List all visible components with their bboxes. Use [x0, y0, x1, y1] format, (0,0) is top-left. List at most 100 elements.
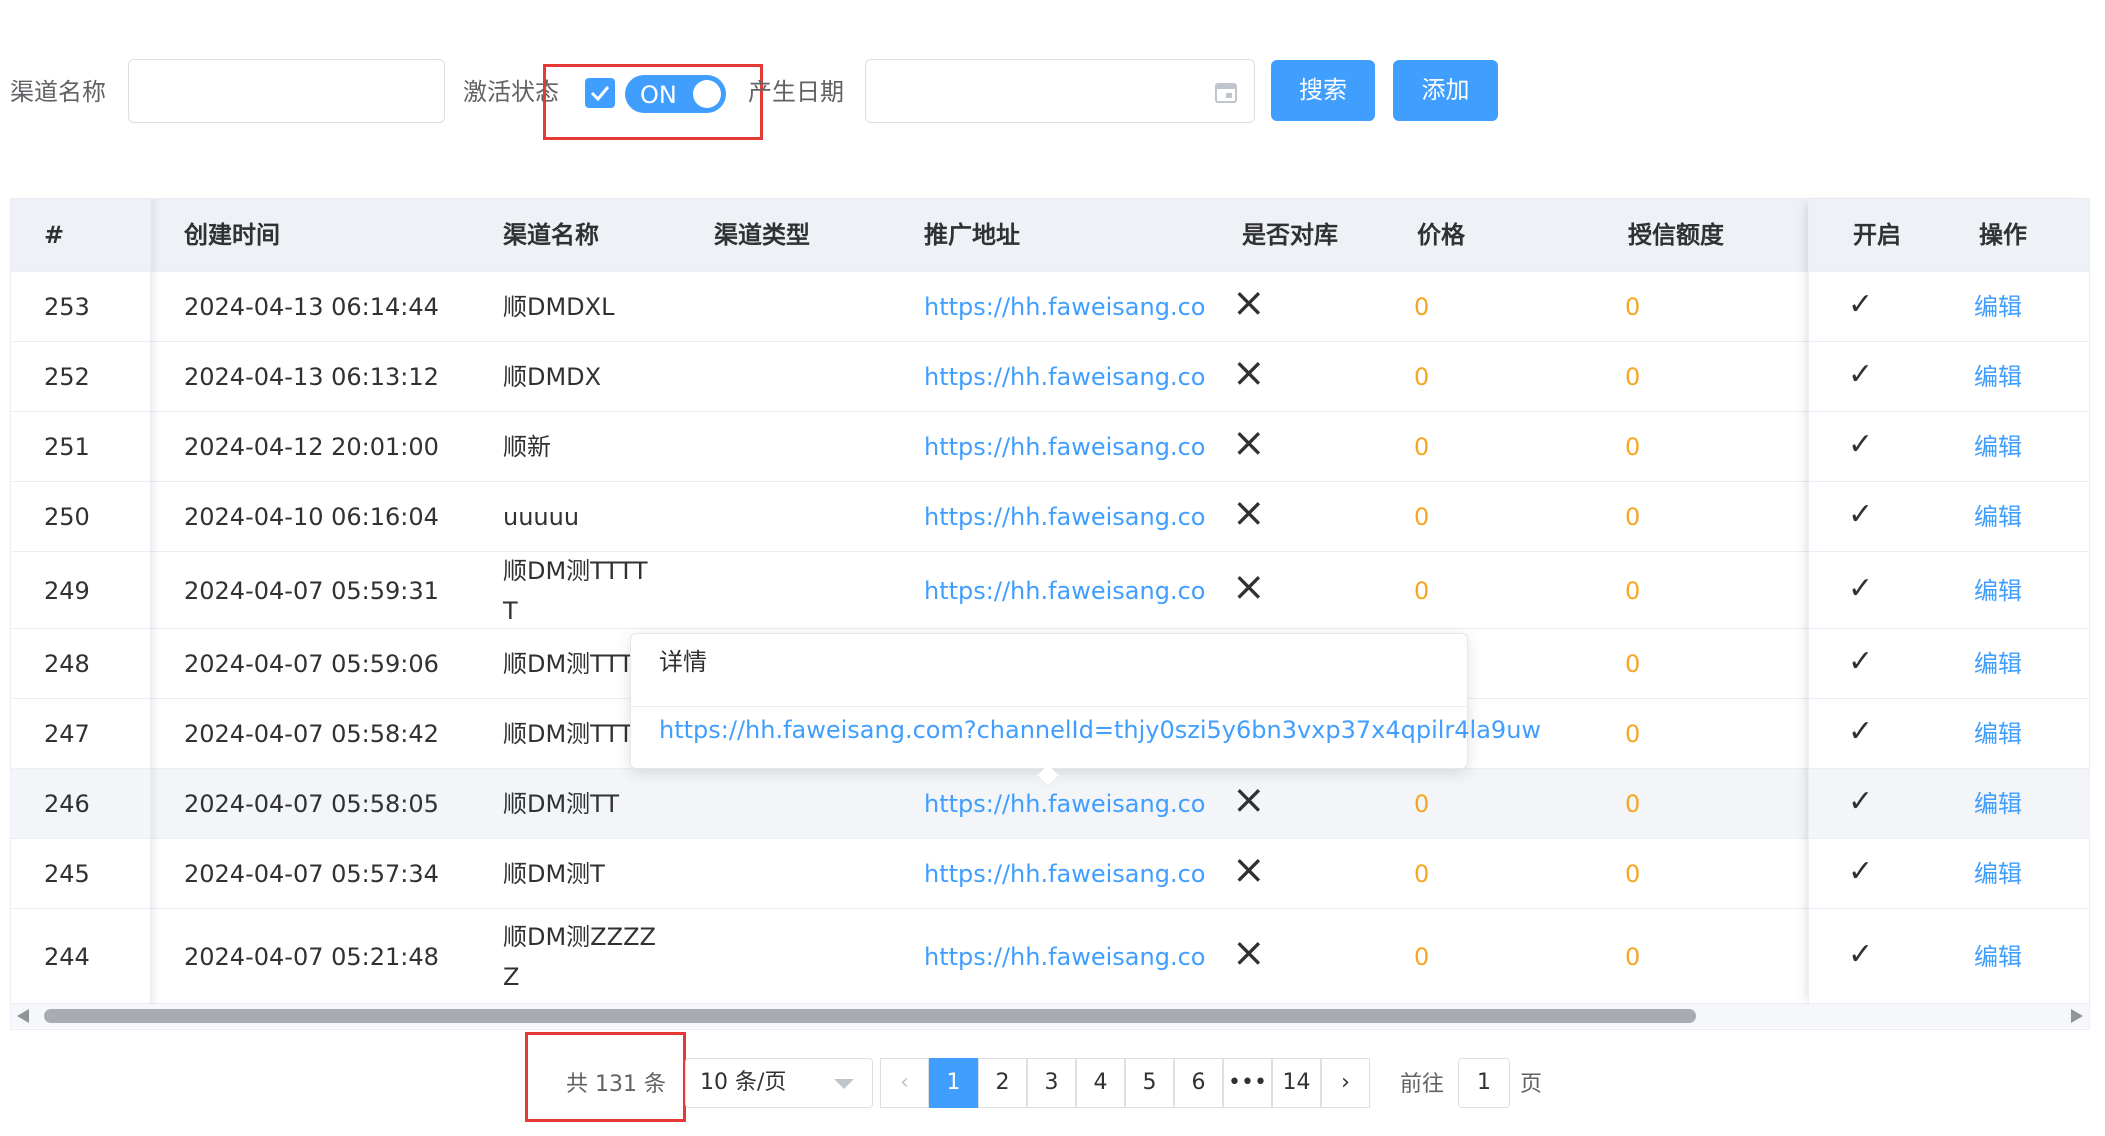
cell-credit-limit: 0	[1625, 720, 1641, 748]
header-created-time: 创建时间	[184, 221, 280, 249]
cell-channel-name: 顺DM测T	[503, 860, 605, 888]
cell-price: 0	[1414, 363, 1430, 391]
cross-icon: ×	[1232, 490, 1266, 536]
table-row: 251 2024-04-12 20:01:00 顺新 https://hh.fawei…	[11, 412, 2089, 482]
url-detail-popover: 详情 https://hh.faweisang.com?channelId=th…	[630, 633, 1541, 788]
goto-label: 前往	[1400, 1072, 1445, 1097]
fixed-right-columns	[1808, 199, 2091, 1004]
cell-credit-limit: 0	[1625, 363, 1641, 391]
cell-channel-name: 顺DM测TTT	[503, 720, 634, 748]
cell-credit-limit: 0	[1625, 943, 1641, 971]
cross-icon: ×	[1232, 777, 1266, 823]
cell-created-time: 2024-04-13 06:13:12	[184, 363, 439, 391]
cell-created-time: 2024-04-07 05:58:42	[184, 720, 439, 748]
cell-created-time: 2024-04-07 05:58:05	[184, 790, 439, 818]
header-reconcile: 是否对库	[1242, 221, 1338, 249]
cell-promo-url-link[interactable]: https://hh.faweisang.co	[924, 941, 1205, 973]
cell-price: 0	[1414, 860, 1430, 888]
table-row: 245 2024-04-07 05:57:34 顺DM测T https://hh.fa…	[11, 839, 2089, 909]
cell-credit-limit: 0	[1625, 503, 1641, 531]
table-row: 252 2024-04-13 06:13:12 顺DMDX https://hh.fa…	[11, 342, 2089, 412]
page-button[interactable]: 4	[1076, 1058, 1125, 1108]
page-button[interactable]: 14	[1272, 1058, 1321, 1108]
cell-price: 0	[1414, 433, 1430, 461]
cell-channel-name-wrap: Z	[503, 963, 520, 991]
cell-created-time: 2024-04-10 06:16:04	[184, 503, 439, 531]
cell-credit-limit: 0	[1625, 433, 1641, 461]
cell-created-time: 2024-04-07 05:21:48	[184, 943, 439, 971]
cell-channel-name: 顺DM测ZZZZ	[503, 923, 656, 951]
cell-promo-url-link[interactable]: https://hh.faweisang.co	[924, 361, 1205, 393]
table-row: 253 2024-04-13 06:14:44 顺DMDXL https://hh.f…	[11, 272, 2089, 342]
popover-title: 详情	[659, 648, 707, 676]
page-size-value: 10 条/页	[700, 1070, 787, 1095]
goto-page-input[interactable]: 1	[1458, 1058, 1510, 1108]
cell-created-time: 2024-04-07 05:59:31	[184, 577, 439, 605]
cell-price: 0	[1414, 943, 1430, 971]
page-button[interactable]: 2	[978, 1058, 1027, 1108]
page-button[interactable]: 3	[1027, 1058, 1076, 1108]
cell-channel-name: 顺新	[503, 433, 551, 461]
search-button[interactable]: 搜索	[1271, 60, 1375, 121]
next-page-chevron-icon[interactable]: ›	[1321, 1058, 1370, 1108]
cross-icon: ×	[1232, 847, 1266, 893]
cell-channel-name: uuuuu	[503, 503, 580, 531]
cross-icon: ×	[1232, 280, 1266, 326]
header-price: 价格	[1417, 221, 1465, 249]
chevron-down-icon	[834, 1079, 854, 1089]
highlight-box-total	[525, 1032, 686, 1122]
cell-credit-limit: 0	[1625, 577, 1641, 605]
cell-promo-url-link[interactable]: https://hh.faweisang.co	[924, 788, 1205, 820]
cell-price: 0	[1414, 503, 1430, 531]
cell-credit-limit: 0	[1625, 790, 1641, 818]
channel-name-input[interactable]	[128, 59, 445, 123]
cross-icon: ×	[1232, 420, 1266, 466]
page-button[interactable]: 6	[1174, 1058, 1223, 1108]
date-picker-input[interactable]	[865, 59, 1255, 123]
date-label: 产生日期	[748, 78, 844, 106]
horizontal-scrollbar[interactable]	[11, 1004, 2089, 1028]
more-pages-icon[interactable]: •••	[1223, 1058, 1272, 1108]
cell-channel-name: 顺DM测TTT	[503, 650, 634, 678]
table-header: # 创建时间 渠道名称 渠道类型 推广地址 是否对库 价格 授信额度 开启 操作	[11, 199, 2089, 272]
add-button[interactable]: 添加	[1393, 60, 1498, 121]
table-row: 244 2024-04-07 05:21:48 顺DM测ZZZZ Zhttps://h…	[11, 909, 2089, 1004]
cell-channel-name: 顺DM测TTTT	[503, 557, 648, 585]
cell-promo-url-link[interactable]: https://hh.faweisang.co	[924, 575, 1205, 607]
header-channel-name: 渠道名称	[503, 221, 599, 249]
channel-table: # 创建时间 渠道名称 渠道类型 推广地址 是否对库 价格 授信额度 开启 操作…	[10, 198, 2090, 1030]
scroll-left-arrow-icon[interactable]	[17, 1009, 29, 1023]
cell-price: 0	[1414, 293, 1430, 321]
fixed-left-shadow	[151, 199, 159, 1004]
popover-divider	[631, 706, 1467, 707]
table-row: 249 2024-04-07 05:59:31 顺DM测TTTT Thttps://h…	[11, 552, 2089, 629]
calendar-icon[interactable]	[1214, 80, 1238, 104]
header-credit-limit: 授信额度	[1628, 221, 1724, 249]
header-promo-url: 推广地址	[924, 221, 1020, 249]
page-button[interactable]: 5	[1125, 1058, 1174, 1108]
cell-price: 0	[1414, 577, 1430, 605]
page-suffix-label: 页	[1520, 1072, 1543, 1097]
page-button[interactable]: 1	[929, 1058, 978, 1108]
cell-promo-url-link[interactable]: https://hh.faweisang.co	[924, 501, 1205, 533]
cell-created-time: 2024-04-07 05:59:06	[184, 650, 439, 678]
cell-price: 0	[1414, 790, 1430, 818]
cell-channel-name: 顺DMDX	[503, 363, 602, 391]
cell-promo-url-link[interactable]: https://hh.faweisang.co	[924, 291, 1205, 323]
scroll-right-arrow-icon[interactable]	[2071, 1009, 2083, 1023]
prev-page-chevron-icon[interactable]: ‹	[880, 1058, 929, 1108]
cell-promo-url-link[interactable]: https://hh.faweisang.co	[924, 431, 1205, 463]
channel-name-label: 渠道名称	[10, 78, 106, 106]
table-row: 250 2024-04-10 06:16:04 uuuuu https://hh.fa…	[11, 482, 2089, 552]
highlight-box-switch	[543, 64, 763, 140]
popover-link[interactable]: https://hh.faweisang.com?channelId=thjy0…	[659, 714, 1541, 746]
scrollbar-thumb[interactable]	[44, 1009, 1696, 1023]
cross-icon: ×	[1232, 930, 1266, 976]
cross-icon: ×	[1232, 564, 1266, 610]
cell-promo-url-link[interactable]: https://hh.faweisang.co	[924, 858, 1205, 890]
cell-created-time: 2024-04-12 20:01:00	[184, 433, 439, 461]
cell-channel-name-wrap: T	[503, 597, 518, 625]
cell-channel-name: 顺DM测TT	[503, 790, 620, 818]
fixed-left-column	[11, 199, 151, 1004]
page-size-select[interactable]: 10 条/页	[685, 1058, 873, 1108]
